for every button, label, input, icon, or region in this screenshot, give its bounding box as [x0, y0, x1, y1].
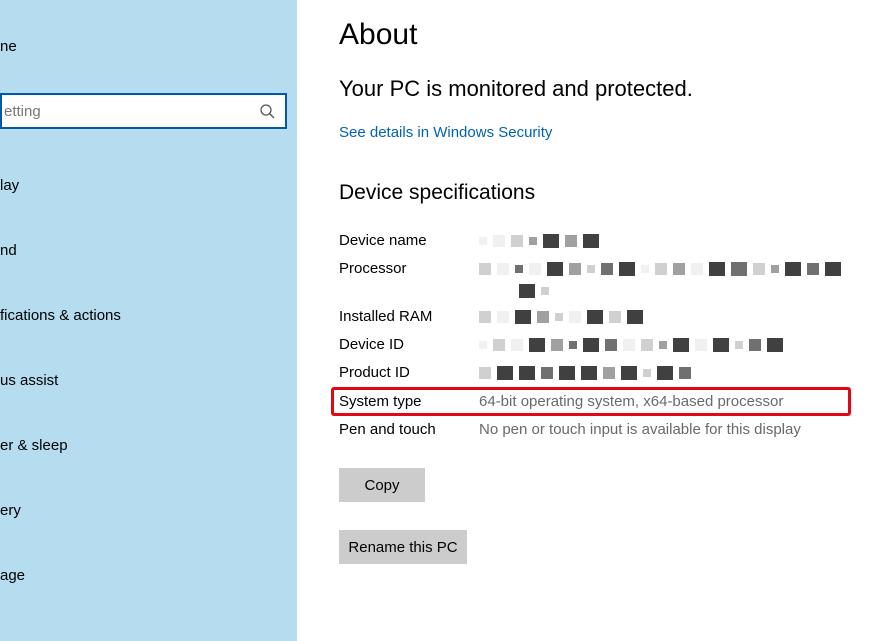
spec-row-pen-touch: Pen and touch No pen or touch input is a…: [339, 416, 885, 444]
spec-label: Product ID: [339, 364, 479, 381]
search-input[interactable]: [4, 103, 259, 120]
spec-value-redacted: [479, 260, 885, 298]
spec-row-device-name: Device name: [339, 227, 885, 255]
spec-value: No pen or touch input is available for t…: [479, 421, 885, 438]
sidebar-home[interactable]: ne: [0, 34, 297, 61]
copy-button[interactable]: Copy: [339, 468, 425, 502]
section-title-specs: Device specifications: [339, 181, 885, 205]
spec-label: Processor: [339, 260, 479, 277]
page-title: About: [339, 18, 885, 52]
sidebar-item-power-sleep[interactable]: er & sleep: [0, 425, 297, 466]
sidebar-item-display[interactable]: lay: [0, 165, 297, 206]
spec-label: Installed RAM: [339, 308, 479, 325]
spec-row-system-type: System type 64-bit operating system, x64…: [331, 387, 851, 416]
spec-value-redacted: [479, 232, 885, 248]
spec-value-redacted: [479, 336, 885, 352]
spec-label: Device ID: [339, 336, 479, 353]
security-link[interactable]: See details in Windows Security: [339, 124, 552, 141]
spec-row-product-id: Product ID: [339, 359, 885, 387]
spec-label: Device name: [339, 232, 479, 249]
security-status: Your PC is monitored and protected.: [339, 76, 885, 102]
sidebar-item-focus-assist[interactable]: us assist: [0, 360, 297, 401]
sidebar-item-storage[interactable]: age: [0, 555, 297, 596]
device-spec-table: Device name Processor Insta: [339, 227, 885, 444]
spec-value-redacted: [479, 308, 885, 324]
sidebar-item-notifications[interactable]: fications & actions: [0, 295, 297, 336]
sidebar-nav: lay nd fications & actions us assist er …: [0, 165, 297, 596]
sidebar-item-battery[interactable]: ery: [0, 490, 297, 531]
search-box[interactable]: [0, 93, 287, 129]
sidebar: ne lay nd fications & actions us assist …: [0, 0, 297, 641]
spec-label: Pen and touch: [339, 421, 479, 438]
main-content: About Your PC is monitored and protected…: [297, 0, 895, 641]
spec-row-processor: Processor: [339, 255, 885, 303]
spec-value-redacted: [479, 364, 885, 380]
sidebar-item-sound[interactable]: nd: [0, 230, 297, 271]
spec-label: System type: [339, 393, 479, 410]
rename-pc-button[interactable]: Rename this PC: [339, 530, 467, 564]
spec-row-ram: Installed RAM: [339, 303, 885, 331]
spec-row-device-id: Device ID: [339, 331, 885, 359]
spec-value: 64-bit operating system, x64-based proce…: [479, 393, 844, 410]
search-icon: [259, 103, 275, 119]
